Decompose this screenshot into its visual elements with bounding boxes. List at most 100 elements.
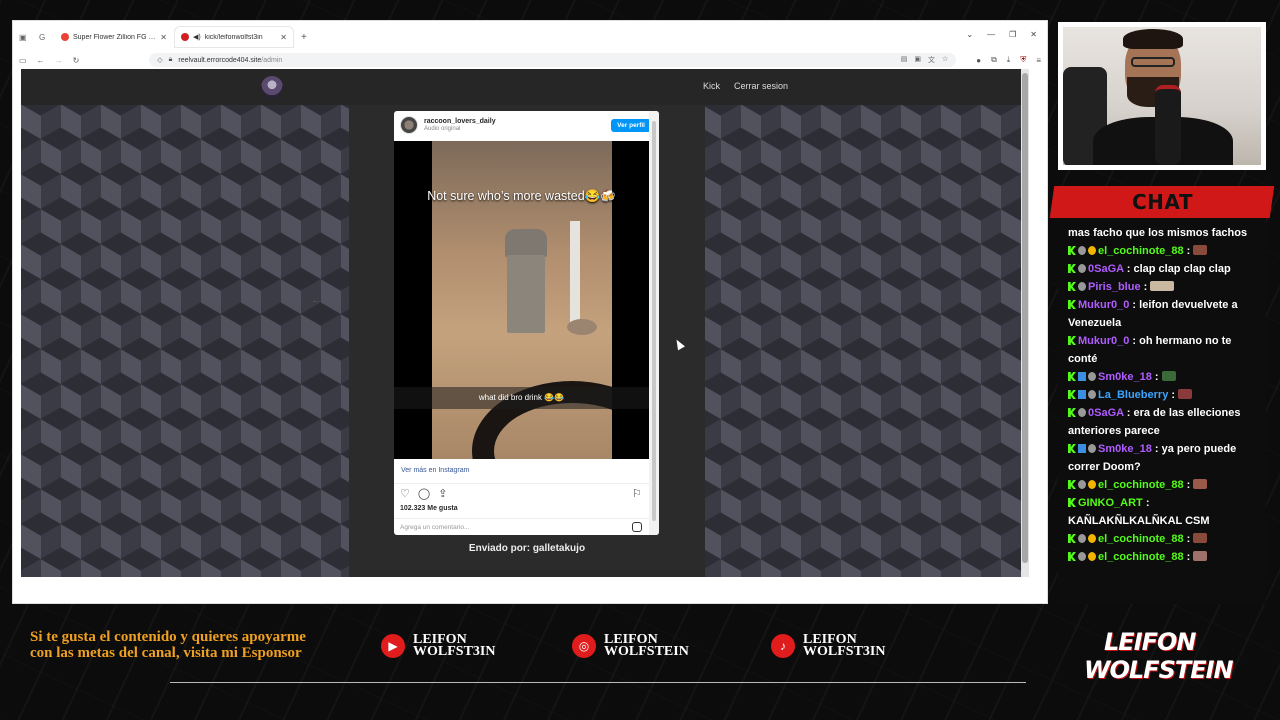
support-text: Si te gusta el contenido y quieres apoya…: [30, 629, 306, 661]
minimize-icon[interactable]: —: [987, 30, 995, 39]
translate-icon[interactable]: 文: [928, 55, 935, 65]
subscriber-badge-icon: [1088, 246, 1096, 255]
ig-actions: ♡ ◯ ⇪: [400, 487, 447, 500]
new-tab-button[interactable]: +: [301, 32, 307, 43]
tab-actions-icon[interactable]: ▣: [19, 33, 37, 42]
share-icon[interactable]: ⇪: [438, 487, 447, 500]
kick-badge-icon: [1068, 282, 1076, 291]
page-scrollbar[interactable]: [1021, 69, 1029, 577]
close-tab-icon[interactable]: ✕: [160, 33, 167, 42]
video-caption-top: Not sure who’s more wasted😂🍻: [427, 189, 616, 203]
window-controls: ⌄ — ❐ ✕: [966, 30, 1037, 39]
chat-username[interactable]: el_cochinote_88: [1098, 479, 1184, 491]
emote-badge-icon: [1078, 408, 1086, 417]
bookmark-star-icon[interactable]: ☆: [942, 55, 948, 65]
tiktok-icon: ♪: [771, 634, 795, 658]
chat-message: La_Blueberry :: [1068, 386, 1260, 404]
bookmark-icon[interactable]: ⚐: [632, 487, 642, 500]
chat-username[interactable]: Mukur0_0: [1078, 335, 1129, 347]
social-instagram: ◎ LEIFON WOLFSTEIN: [572, 633, 689, 659]
ig-video[interactable]: Not sure who’s more wasted😂🍻 what did br…: [394, 141, 649, 459]
chat-username[interactable]: Sm0ke_18: [1098, 443, 1152, 455]
url-path: /admin: [261, 56, 283, 64]
chat-message: Sm0ke_18 : ya pero puede correr Doom?: [1068, 440, 1260, 476]
chat-username[interactable]: Sm0ke_18: [1098, 371, 1152, 383]
url-host: reelvault.errorcode404.site: [178, 56, 262, 64]
chat-emote-icon: [1178, 389, 1193, 399]
emote-badge-icon: [1078, 480, 1086, 489]
emote-badge-icon: [1088, 372, 1096, 381]
back-icon[interactable]: ←: [37, 56, 45, 65]
forward-icon[interactable]: →: [55, 56, 63, 65]
speaker-icon[interactable]: ◀): [193, 33, 201, 41]
tab-kick[interactable]: ◀) kick/leifonwolfst3in ✕: [175, 27, 293, 47]
tab-search-icon[interactable]: ⌄: [966, 30, 973, 39]
emote-badge-icon: [1078, 282, 1086, 291]
chat-message: Piris_blue :: [1068, 278, 1260, 296]
site-logo[interactable]: [261, 76, 283, 98]
chat-header: CHAT: [1049, 186, 1275, 218]
chat-separator: :: [1140, 281, 1151, 293]
ig-header: raccoon_lovers_daily Audio original Ver …: [394, 111, 659, 139]
reload-icon[interactable]: ↻: [73, 56, 80, 65]
chat-username[interactable]: 0SaGA: [1088, 407, 1124, 419]
chat-username[interactable]: Piris_blue: [1088, 281, 1141, 293]
divider: [394, 483, 649, 484]
youtube-icon: ▶: [381, 634, 405, 658]
reader-icon[interactable]: ▤: [901, 55, 908, 65]
comment-input[interactable]: Agrega un comentario...: [400, 524, 469, 531]
chat-username[interactable]: 0SaGA: [1088, 263, 1124, 275]
kick-badge-icon: [1068, 408, 1076, 417]
nav-kick-link[interactable]: Kick: [703, 81, 720, 91]
view-more-link[interactable]: Ver más en Instagram: [401, 467, 469, 474]
address-bar[interactable]: ◇ 🔒︎ reelvault.errorcode404.site/admin ▤…: [149, 53, 957, 67]
avatar[interactable]: [400, 116, 418, 134]
chat-username[interactable]: el_cochinote_88: [1098, 551, 1184, 563]
chat-username[interactable]: el_cochinote_88: [1098, 245, 1184, 257]
restore-icon[interactable]: ❐: [1009, 30, 1016, 39]
chat-separator: :: [1183, 479, 1194, 491]
streamer-hair: [1123, 29, 1183, 49]
trash-bin-body: [507, 255, 545, 333]
account-icon[interactable]: ●: [976, 56, 981, 65]
chat-panel: CHAT mas facho que los mismos fachos el_c…: [1049, 186, 1275, 604]
sidebar-icon[interactable]: ▭: [19, 56, 27, 65]
pole-shape: [570, 221, 580, 331]
emote-badge-icon: [1088, 444, 1096, 453]
ig-audio-label[interactable]: Audio original: [424, 126, 496, 132]
comment-icon[interactable]: ◯: [418, 487, 430, 500]
extensions-icon[interactable]: ⧉: [991, 55, 997, 65]
glasses-shape: [1131, 57, 1175, 67]
verified-badge-icon: [1078, 390, 1086, 399]
tab-super-flower[interactable]: Super Flower Zillion FG (SF-125... ✕: [55, 27, 173, 47]
menu-icon[interactable]: ≡: [1036, 56, 1041, 65]
chat-emote-icon: [1193, 245, 1208, 255]
chat-username[interactable]: el_cochinote_88: [1098, 533, 1184, 545]
chat-username[interactable]: La_Blueberry: [1098, 389, 1168, 401]
screenshot-icon[interactable]: ▣: [914, 55, 921, 65]
ublock-icon[interactable]: ⛨: [1020, 55, 1026, 65]
close-window-icon[interactable]: ✕: [1030, 30, 1037, 39]
kick-badge-icon: [1068, 390, 1076, 399]
close-tab-icon[interactable]: ✕: [280, 33, 287, 42]
nav-logout-link[interactable]: Cerrar sesion: [734, 81, 788, 91]
heart-icon[interactable]: ♡: [400, 487, 410, 500]
view-profile-button[interactable]: Ver perfil: [611, 118, 651, 132]
chat-username[interactable]: GINKO_ART: [1078, 497, 1143, 509]
downloads-icon[interactable]: ⤓: [1007, 55, 1011, 65]
social-name-line2: WOLFST3IN: [803, 644, 886, 659]
site-nav: Kick Cerrar sesion: [703, 81, 788, 91]
chat-username[interactable]: Mukur0_0: [1078, 299, 1129, 311]
shield-icon: ◇: [157, 57, 163, 64]
next-arrow-icon[interactable]: →: [729, 294, 740, 306]
ig-username[interactable]: raccoon_lovers_daily: [424, 118, 496, 126]
kick-badge-icon: [1068, 300, 1076, 309]
kick-badge-icon: [1068, 498, 1076, 507]
emote-badge-icon: [1078, 246, 1086, 255]
prev-arrow-icon[interactable]: ←: [311, 294, 322, 306]
chat-text: clap clap clap clap: [1133, 263, 1231, 275]
embed-scrollbar[interactable]: [649, 111, 659, 535]
chat-message: el_cochinote_88 :: [1068, 476, 1260, 494]
instagram-icon[interactable]: [632, 522, 642, 532]
chat-message: el_cochinote_88 :: [1068, 548, 1260, 566]
